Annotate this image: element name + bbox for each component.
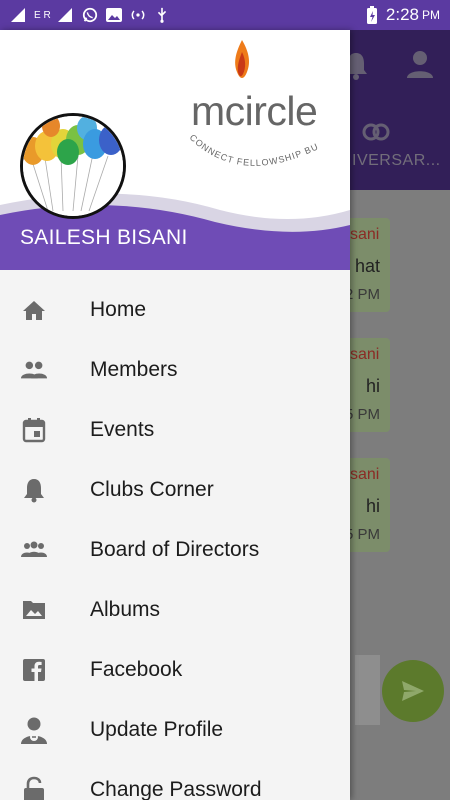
unlock-icon	[20, 776, 48, 800]
calendar-icon	[20, 417, 48, 443]
menu-item-clubs-corner[interactable]: Clubs Corner	[0, 460, 350, 520]
menu-label: Albums	[90, 598, 161, 621]
network-type-label: E R	[34, 9, 51, 21]
home-icon	[20, 297, 48, 323]
message-text: hi	[365, 496, 380, 516]
message-text: hat	[354, 256, 380, 276]
status-icons-right: 2:28 PM	[366, 5, 440, 25]
menu-item-change-password[interactable]: Change Password	[0, 760, 350, 800]
members-icon	[20, 357, 48, 383]
battery-charging-icon	[366, 6, 377, 24]
menu-label: Home	[90, 298, 147, 321]
facebook-icon	[20, 657, 48, 683]
balloons-image	[23, 116, 123, 216]
send-button[interactable]	[382, 660, 444, 722]
menu-label: Update Profile	[90, 718, 224, 741]
drawer-menu: Home Members Events Clubs Corner Board o…	[0, 280, 350, 800]
message-time: 5 PM	[344, 406, 380, 423]
status-icons-left: E R	[10, 7, 171, 23]
menu-item-board-of-directors[interactable]: Board of Directors	[0, 520, 350, 580]
menu-item-update-profile[interactable]: Update Profile	[0, 700, 350, 760]
sender-name: sani	[350, 226, 380, 243]
menu-item-members[interactable]: Members	[0, 340, 350, 400]
clock-time: 2:28	[385, 5, 419, 24]
message-text: hi	[365, 376, 380, 396]
menu-item-events[interactable]: Events	[0, 400, 350, 460]
whatsapp-icon	[82, 7, 97, 23]
usb-icon	[157, 7, 166, 23]
signal-icon-2	[57, 8, 72, 22]
logo-tagline: CONNECT FELLOWSHIP BUSINESS	[185, 38, 320, 168]
message-input[interactable]	[355, 655, 380, 725]
hotspot-icon	[131, 10, 145, 20]
menu-label: Clubs Corner	[90, 478, 214, 501]
menu-item-albums[interactable]: Albums	[0, 580, 350, 640]
gallery-icon	[105, 8, 122, 22]
send-icon	[402, 681, 424, 701]
menu-label: Board of Directors	[90, 538, 260, 561]
message-time: 2 PM	[344, 286, 380, 303]
menu-item-facebook[interactable]: Facebook	[0, 640, 350, 700]
clock-ampm: PM	[422, 8, 440, 22]
menu-label: Facebook	[90, 658, 183, 681]
menu-item-home[interactable]: Home	[0, 280, 350, 340]
message-time: 5 PM	[344, 526, 380, 543]
menu-label: Change Password	[90, 778, 262, 800]
svg-text:CONNECT FELLOWSHIP BUSINESS: CONNECT FELLOWSHIP BUSINESS	[185, 38, 320, 168]
mcircle-logo: mcircle CONNECT FELLOWSHIP BUSINESS	[185, 38, 335, 188]
image-icon	[20, 597, 48, 623]
user-edit-icon	[20, 717, 48, 744]
sender-name: sani	[350, 466, 380, 483]
avatar[interactable]	[20, 113, 126, 219]
sender-name: sani	[350, 346, 380, 363]
navigation-drawer: mcircle CONNECT FELLOWSHIP BUSINESS	[0, 30, 350, 800]
user-name: SAILESH BISANI	[20, 226, 188, 249]
menu-label: Members	[90, 358, 178, 381]
signal-icon	[11, 8, 25, 22]
bell-icon	[20, 477, 48, 503]
drawer-header: mcircle CONNECT FELLOWSHIP BUSINESS	[0, 30, 350, 270]
group-icon	[20, 537, 48, 563]
status-bar: E R 2:28 PM	[0, 0, 450, 30]
menu-label: Events	[90, 418, 155, 441]
